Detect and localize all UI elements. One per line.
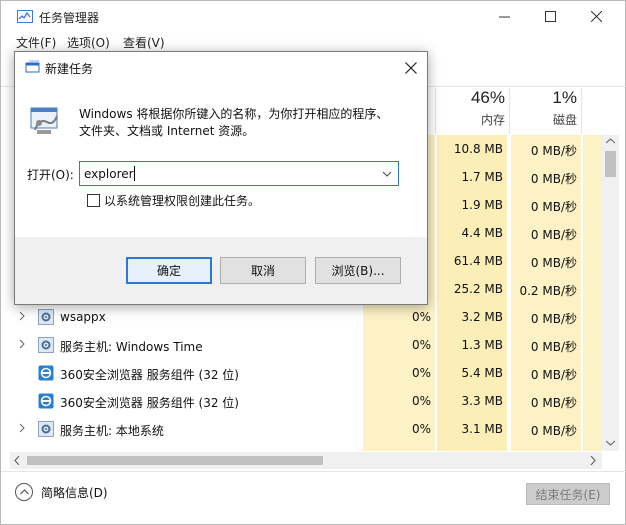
column-separator <box>581 88 582 134</box>
vertical-scroll-thumb[interactable] <box>605 151 616 177</box>
run-program-icon <box>30 107 58 134</box>
scroll-right-icon[interactable] <box>590 456 596 465</box>
chevron-right-icon[interactable] <box>18 310 26 322</box>
minimize-icon <box>498 16 510 17</box>
memory-column-header[interactable]: 46% 内存 <box>437 88 505 134</box>
cancel-button[interactable]: 取消 <box>220 257 306 284</box>
description-line-1: Windows 将根据你所键入的名称，为你打开相应的程序、 <box>79 107 389 121</box>
browser-service-icon <box>38 365 54 381</box>
menu-view[interactable]: 查看(V) <box>123 34 165 51</box>
disk-value: 0 MB/秒 <box>530 228 577 242</box>
process-name: wsappx <box>60 310 106 324</box>
service-gear-icon <box>38 309 54 325</box>
open-label: 打开(O): <box>27 168 74 182</box>
memory-value: 1.3 MB <box>461 338 503 352</box>
maximize-button[interactable] <box>527 1 573 31</box>
memory-value: 3.2 MB <box>461 310 503 324</box>
disk-value: 0 MB/秒 <box>530 312 577 326</box>
table-row[interactable]: 360安全浏览器 服务组件 (32 位) 0% 3.3 MB 0 MB/秒 <box>1 387 603 415</box>
column-separator <box>509 88 510 134</box>
memory-value: 3.1 MB <box>461 422 503 436</box>
process-name: 服务主机: 本地系统 <box>60 424 164 438</box>
title-bar: 任务管理器 <box>1 1 626 31</box>
window-title: 任务管理器 <box>39 11 100 25</box>
memory-percent: 46% <box>470 88 505 107</box>
disk-value: 0 MB/秒 <box>530 396 577 410</box>
menu-file[interactable]: 文件(F) <box>16 34 56 51</box>
column-separator <box>435 88 436 134</box>
cpu-value: 0% <box>411 310 431 324</box>
horizontal-scroll-thumb[interactable] <box>27 456 323 465</box>
disk-label: 磁盘 <box>552 113 577 127</box>
cpu-value: 0% <box>411 394 431 408</box>
memory-label: 内存 <box>480 113 505 127</box>
menu-bar: 文件(F) 选项(O) 查看(V) <box>1 32 626 52</box>
process-name: 360安全浏览器 服务组件 (32 位) <box>60 368 239 382</box>
disk-value: 0 MB/秒 <box>530 256 577 270</box>
disk-percent: 1% <box>552 88 577 107</box>
checkbox-box[interactable] <box>87 194 100 207</box>
process-name: 360安全浏览器 服务组件 (32 位) <box>60 396 239 410</box>
text-caret <box>134 166 135 181</box>
service-gear-icon <box>38 421 54 437</box>
table-row[interactable]: 360安全浏览器 服务组件 (32 位) 0% 5.4 MB 0 MB/秒 <box>1 359 603 387</box>
open-input-value[interactable]: explorer <box>84 167 134 181</box>
disk-value: 0 MB/秒 <box>530 424 577 438</box>
memory-value: 5.4 MB <box>461 366 503 380</box>
minimize-button[interactable] <box>481 1 527 31</box>
browse-button[interactable]: 浏览(B)... <box>315 257 401 284</box>
disk-column-header[interactable]: 1% 磁盘 <box>511 88 577 134</box>
scroll-up-icon[interactable] <box>606 138 615 144</box>
dialog-title: 新建任务 <box>45 62 94 76</box>
disk-value: 0 MB/秒 <box>530 200 577 214</box>
menu-options[interactable]: 选项(O) <box>67 34 110 51</box>
create-new-task-dialog: 新建任务 Windows 将根据你所键入的名称，为你打开相应的程序、 文件夹、文… <box>14 51 428 305</box>
disk-value: 0 MB/秒 <box>530 368 577 382</box>
vertical-scrollbar[interactable] <box>602 135 619 451</box>
disk-value: 0.2 MB/秒 <box>519 284 577 298</box>
close-icon <box>590 10 602 22</box>
chevron-right-icon[interactable] <box>18 338 26 350</box>
disk-value: 0 MB/秒 <box>530 144 577 158</box>
table-row[interactable]: 服务主机: 本地系统 0% 3.1 MB 0 MB/秒 <box>1 415 603 443</box>
task-manager-icon <box>17 10 33 23</box>
memory-value: 1.9 MB <box>461 198 503 212</box>
browser-service-icon <box>38 393 54 409</box>
fewer-details-label: 简略信息(D) <box>41 485 108 500</box>
maximize-icon <box>544 10 556 22</box>
open-combobox[interactable]: explorer <box>79 161 399 186</box>
cpu-value: 0% <box>411 366 431 380</box>
description-line-2: 文件夹、文档或 Internet 资源。 <box>79 124 255 138</box>
admin-privileges-label: 以系统管理权限创建此任务。 <box>104 194 261 208</box>
disk-value: 0 MB/秒 <box>530 340 577 354</box>
memory-value: 25.2 MB <box>453 282 503 296</box>
ok-button[interactable]: 确定 <box>126 257 212 284</box>
cpu-value: 0% <box>411 338 431 352</box>
memory-value: 1.7 MB <box>461 170 503 184</box>
dialog-close-button[interactable] <box>401 58 421 78</box>
end-task-button[interactable]: 结束任务(E) <box>526 483 610 505</box>
memory-value: 3.3 MB <box>461 394 503 408</box>
dialog-description: Windows 将根据你所键入的名称，为你打开相应的程序、 文件夹、文档或 In… <box>79 106 409 140</box>
memory-value: 10.8 MB <box>453 142 503 156</box>
run-icon <box>25 60 40 73</box>
close-icon <box>405 62 417 74</box>
close-button[interactable] <box>573 1 619 31</box>
table-row[interactable]: wsappx 0% 3.2 MB 0 MB/秒 <box>1 303 603 331</box>
table-row[interactable]: 服务主机: Windows Time 0% 1.3 MB 0 MB/秒 <box>1 331 603 359</box>
disk-value: 0 MB/秒 <box>530 172 577 186</box>
scroll-left-icon[interactable] <box>14 456 20 465</box>
fewer-details-button[interactable]: 简略信息(D) <box>15 483 108 501</box>
service-gear-icon <box>38 337 54 353</box>
scroll-down-icon[interactable] <box>606 440 615 446</box>
cpu-value: 0% <box>411 422 431 436</box>
process-name: 服务主机: Windows Time <box>60 340 203 354</box>
chevron-down-icon[interactable] <box>380 166 394 182</box>
admin-privileges-checkbox[interactable]: 以系统管理权限创建此任务。 <box>87 192 260 209</box>
chevron-right-icon[interactable] <box>18 422 26 434</box>
chevron-up-icon <box>15 483 33 501</box>
memory-value: 61.4 MB <box>453 254 503 268</box>
memory-value: 4.4 MB <box>461 226 503 240</box>
